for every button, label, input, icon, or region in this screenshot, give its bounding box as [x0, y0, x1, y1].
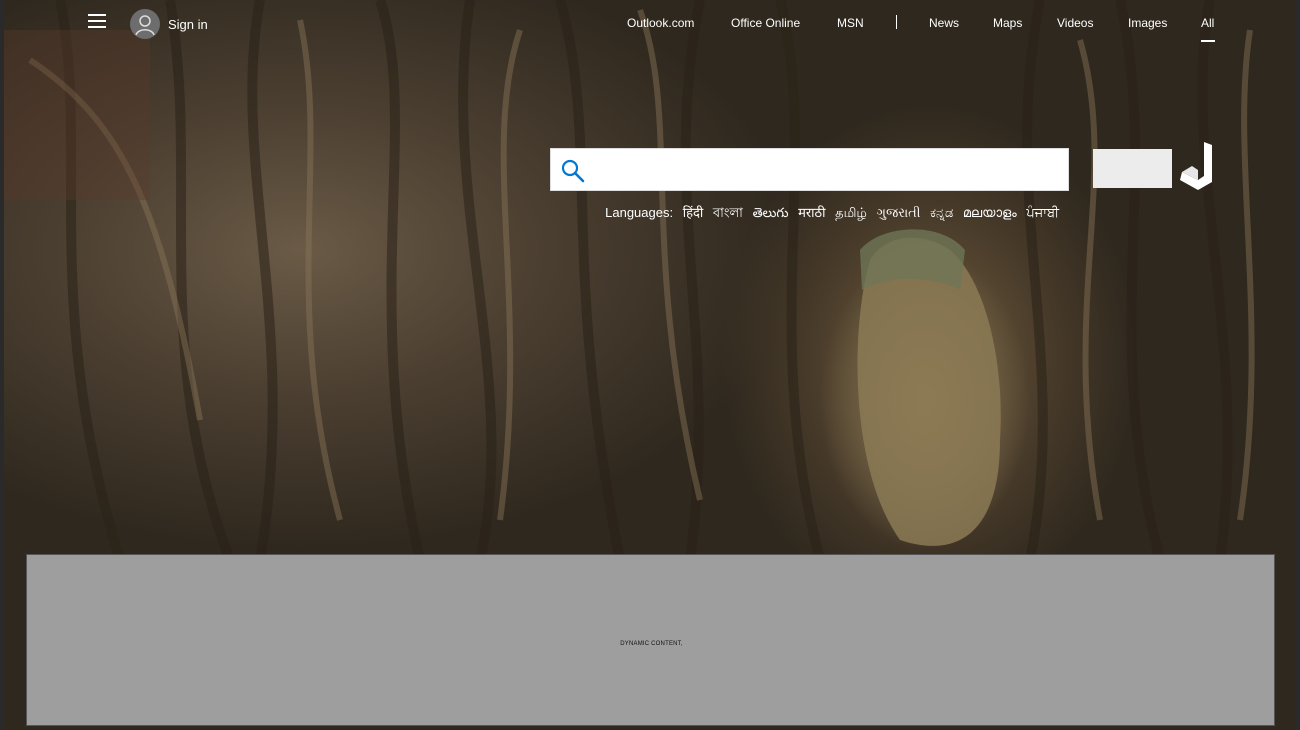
dynamic-content-label: DYNAMIC CONTENT, — [620, 641, 683, 647]
window-frame-right — [1296, 0, 1300, 730]
language-link[interactable]: മലയാളം — [963, 205, 1017, 220]
nav-videos[interactable]: Videos — [1057, 16, 1093, 30]
language-link[interactable]: ਪੰਜਾਬੀ — [1026, 205, 1059, 220]
window-frame-left — [0, 0, 4, 730]
bing-logo-icon[interactable] — [1178, 142, 1216, 190]
nav-active-indicator — [1201, 40, 1215, 42]
search-input[interactable] — [595, 149, 1069, 192]
nav-separator — [896, 15, 897, 29]
nav-all[interactable]: All — [1201, 16, 1214, 30]
nav-news[interactable]: News — [929, 16, 959, 30]
logo-placeholder — [1093, 149, 1172, 188]
nav-maps[interactable]: Maps — [993, 16, 1022, 30]
language-link[interactable]: తెలుగు — [753, 205, 789, 220]
language-link[interactable]: ಕನ್ನಡ — [930, 205, 953, 220]
languages-label: Languages: — [605, 205, 674, 220]
language-link[interactable]: हिंदी — [683, 205, 704, 220]
nav-msn[interactable]: MSN — [837, 16, 864, 30]
nav-outlook[interactable]: Outlook.com — [627, 16, 694, 30]
language-link[interactable]: বাংলা — [713, 205, 743, 220]
language-link[interactable]: தமிழ் — [835, 205, 867, 220]
hamburger-menu-icon[interactable] — [86, 12, 108, 30]
user-avatar-icon[interactable] — [130, 9, 160, 39]
language-link[interactable]: मराठी — [798, 205, 825, 220]
dynamic-content-panel: DYNAMIC CONTENT, — [26, 554, 1275, 726]
search-icon[interactable] — [559, 157, 587, 185]
top-navigation: Sign in Outlook.com Office Online MSN Ne… — [0, 0, 1300, 44]
nav-office-online[interactable]: Office Online — [731, 16, 800, 30]
language-link[interactable]: ગુજરાતી — [876, 205, 920, 220]
languages-bar: Languages: हिंदी বাংলা తెలుగు मराठी தமிழ… — [597, 203, 1059, 221]
sign-in-link[interactable]: Sign in — [168, 17, 208, 32]
search-box — [550, 148, 1069, 192]
nav-images[interactable]: Images — [1128, 16, 1167, 30]
